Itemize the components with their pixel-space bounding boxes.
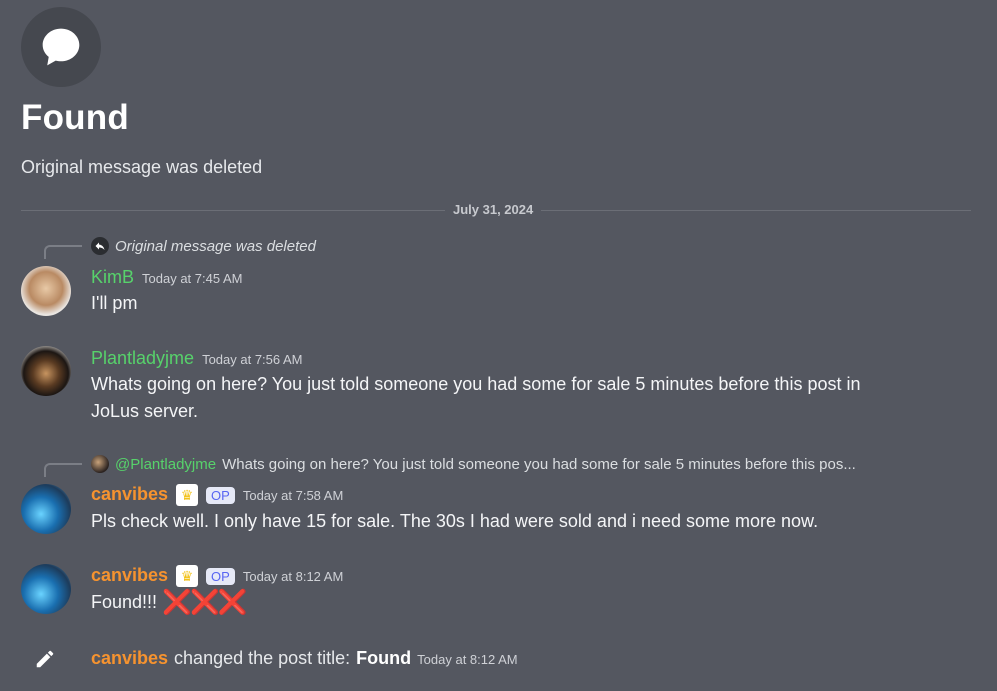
avatar[interactable]	[21, 346, 71, 396]
reply-preview[interactable]: @Plantladyjme Whats going on here? You j…	[91, 455, 856, 473]
message-text: Found!!! ❌❌❌	[91, 589, 248, 616]
cross-mark-emoji: ❌❌❌	[162, 589, 248, 616]
system-message: canvibes changed the post title: Found T…	[91, 648, 518, 669]
message-text-line: JoLus server.	[91, 401, 199, 421]
username[interactable]: KimB	[91, 267, 134, 288]
page-title: Found	[21, 98, 129, 137]
chat-bubble-icon	[42, 28, 80, 66]
message-header: Plantladyjme Today at 7:56 AM	[91, 348, 303, 369]
op-badge: OP	[206, 486, 235, 504]
message-header: canvibes ♛ OP Today at 8:12 AM	[91, 565, 343, 587]
page-subtitle: Original message was deleted	[21, 157, 263, 177]
pencil-icon	[36, 650, 54, 668]
date-divider-label: July 31, 2024	[445, 202, 542, 217]
system-author[interactable]: canvibes	[91, 648, 168, 669]
message-text: I'll pm	[91, 293, 138, 313]
message-text-line: Whats going on here? You just told someo…	[91, 374, 861, 394]
username[interactable]: canvibes	[91, 565, 168, 586]
username[interactable]: Plantladyjme	[91, 348, 194, 369]
message-header: canvibes ♛ OP Today at 7:58 AM	[91, 484, 343, 506]
avatar[interactable]	[21, 484, 71, 534]
avatar[interactable]	[21, 266, 71, 316]
reply-deleted-text: Original message was deleted	[115, 237, 316, 255]
message-header: KimB Today at 7:45 AM	[91, 267, 242, 288]
reply-mention[interactable]: @Plantladyjme	[115, 456, 216, 473]
timestamp: Today at 7:45 AM	[142, 271, 243, 286]
op-badge: OP	[206, 567, 235, 585]
avatar[interactable]	[21, 564, 71, 614]
username[interactable]: canvibes	[91, 484, 168, 505]
timestamp: Today at 7:58 AM	[242, 488, 344, 503]
message-text-content: Found!!!	[91, 592, 158, 612]
message-text: Pls check well. I only have 15 for sale.…	[91, 511, 819, 531]
reply-spine	[44, 463, 82, 477]
reply-spine	[44, 245, 82, 259]
crown-icon: ♛	[176, 565, 199, 587]
system-action: changed the post title:	[174, 648, 351, 668]
message-text: Whats going on here? You just told someo…	[91, 371, 860, 425]
crown-icon: ♛	[176, 484, 199, 506]
thread-icon-circle	[21, 7, 101, 87]
reply-avatar	[91, 455, 109, 473]
reply-arrow-icon	[91, 237, 109, 255]
timestamp: Today at 8:12 AM	[242, 569, 344, 584]
reply-preview[interactable]: Original message was deleted	[91, 237, 316, 255]
reply-snippet: Whats going on here? You just told someo…	[222, 455, 856, 473]
system-new-title: Found	[356, 648, 412, 668]
timestamp: Today at 8:12 AM	[417, 652, 518, 667]
timestamp: Today at 7:56 AM	[202, 352, 303, 367]
